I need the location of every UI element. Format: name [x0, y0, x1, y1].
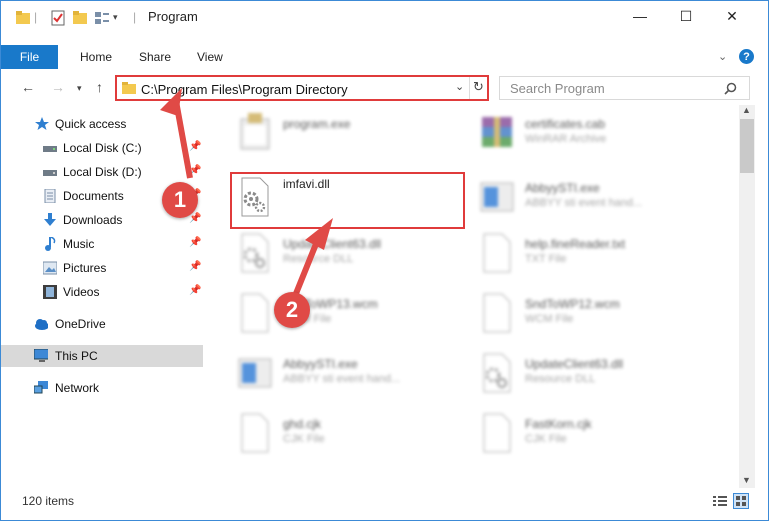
- annotation-arrows: [160, 88, 333, 298]
- step-marker-1: 1: [162, 182, 198, 218]
- arrow-shaft-1: [173, 100, 193, 179]
- step-marker-2: 2: [274, 292, 310, 328]
- arrow-shaft-2: [292, 232, 323, 298]
